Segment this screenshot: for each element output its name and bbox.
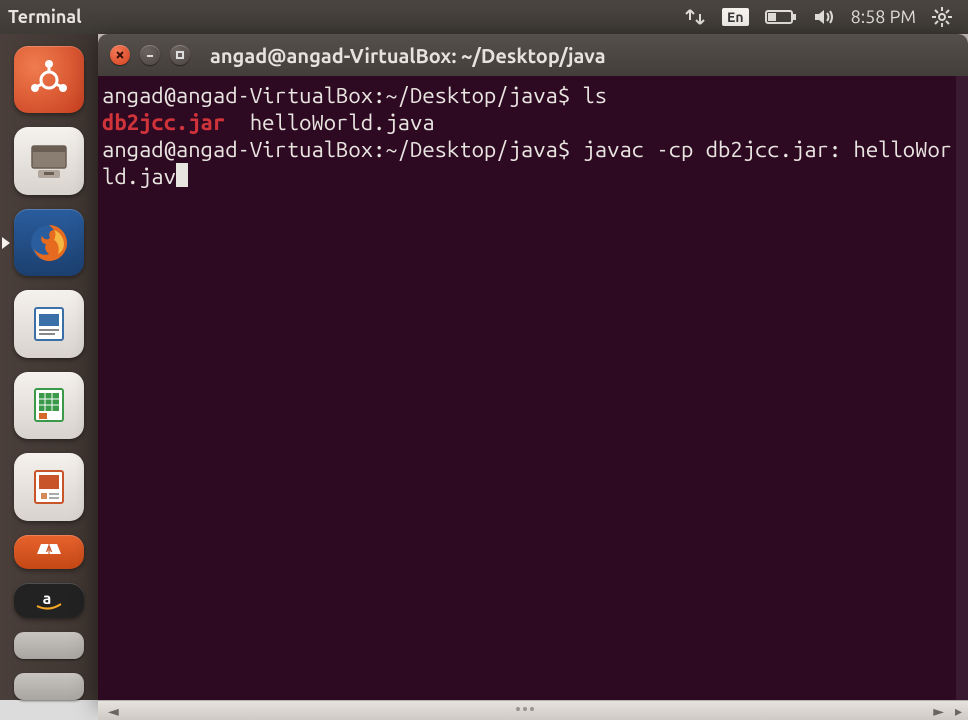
desktop-area: angad@angad-VirtualBox: ~/Desktop/java a… [98, 34, 968, 700]
terminal-output-file-java: helloWorld.java [250, 110, 435, 135]
gear-icon[interactable] [932, 7, 952, 27]
terminal-titlebar[interactable]: angad@angad-VirtualBox: ~/Desktop/java [98, 34, 968, 76]
launcher-firefox[interactable] [14, 209, 84, 276]
scroll-handle[interactable] [516, 707, 546, 713]
terminal-prompt: angad@angad-VirtualBox:~/Desktop/java$ [102, 137, 582, 162]
terminal-prompt: angad@angad-VirtualBox:~/Desktop/java$ [102, 83, 582, 108]
svg-text:a: a [43, 590, 52, 608]
launcher-dash[interactable] [14, 46, 84, 113]
horizontal-scrollbar[interactable]: ◄ ► ▸ [98, 700, 968, 720]
terminal-command: ls [582, 83, 607, 108]
terminal-scrollbar[interactable] [956, 76, 968, 700]
launcher-amazon[interactable]: a [14, 583, 84, 618]
svg-text:A: A [46, 544, 53, 554]
scroll-right-icon[interactable]: ► [933, 703, 944, 720]
language-indicator[interactable]: En [722, 8, 749, 26]
scroll-end-icon[interactable]: ▸ [955, 703, 962, 720]
window-minimize-button[interactable] [140, 45, 160, 65]
window-close-button[interactable] [110, 45, 130, 65]
battery-icon[interactable] [765, 9, 797, 25]
launcher-files[interactable] [14, 127, 84, 194]
window-title: angad@angad-VirtualBox: ~/Desktop/java [210, 44, 606, 67]
unity-launcher: A a [0, 34, 98, 700]
language-label: En [722, 8, 749, 26]
network-icon[interactable] [684, 8, 706, 26]
terminal-output-gap [225, 110, 250, 135]
clock[interactable]: 8:58 PM [851, 7, 916, 27]
terminal-output-file-jar: db2jcc.jar [102, 110, 225, 135]
scroll-left-icon[interactable]: ◄ [108, 703, 119, 720]
launcher-software-center[interactable]: A [14, 535, 84, 570]
terminal-cursor [176, 163, 188, 187]
focused-app-label: Terminal [8, 7, 82, 27]
terminal-window: angad@angad-VirtualBox: ~/Desktop/java a… [98, 34, 968, 700]
volume-icon[interactable] [813, 8, 835, 26]
launcher-stack-1[interactable] [14, 632, 84, 659]
window-maximize-button[interactable] [170, 45, 190, 65]
launcher-stack-2[interactable] [14, 673, 84, 700]
launcher-writer[interactable] [14, 290, 84, 357]
terminal-body[interactable]: angad@angad-VirtualBox:~/Desktop/java$ l… [98, 76, 968, 700]
launcher-running-pip [2, 237, 10, 249]
launcher-impress[interactable] [14, 453, 84, 520]
launcher-calc[interactable] [14, 372, 84, 439]
top-menubar: Terminal En 8:58 PM [0, 0, 968, 34]
